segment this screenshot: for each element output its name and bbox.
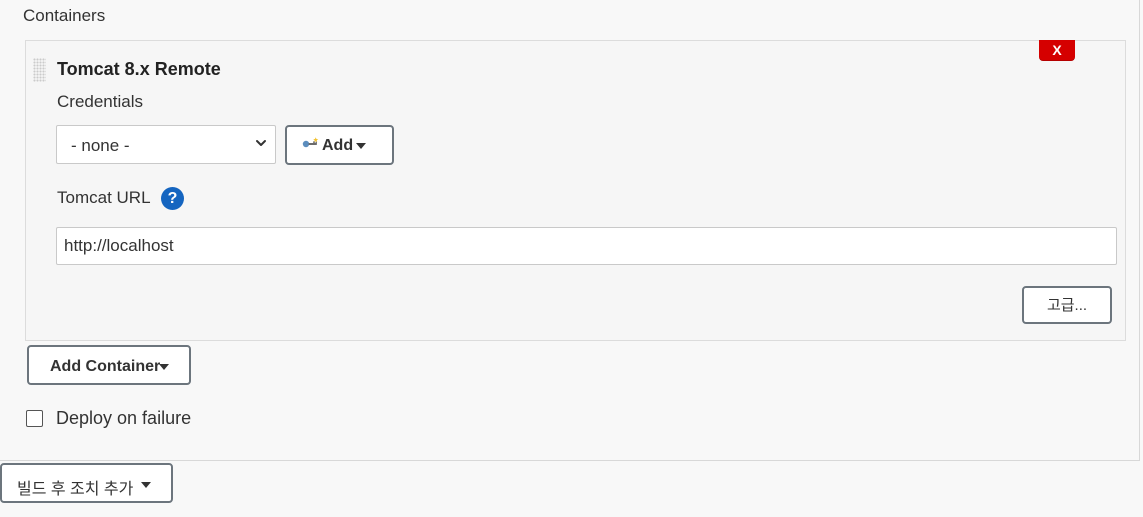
help-icon[interactable]: ?	[161, 187, 184, 210]
add-credentials-button[interactable]: Add	[285, 125, 394, 165]
add-post-build-action-label: 빌드 후 조치 추가	[17, 481, 134, 498]
caret-down-icon	[141, 482, 151, 488]
deploy-on-failure-checkbox[interactable]	[26, 410, 43, 427]
credentials-select[interactable]: - none -	[56, 125, 276, 164]
containers-section-label: Containers	[23, 6, 106, 25]
tomcat-url-input[interactable]	[56, 227, 1117, 265]
deploy-on-failure-label: Deploy on failure	[56, 408, 192, 428]
containers-section: Containers X Tomcat 8.x Remote Credentia…	[0, 0, 1140, 461]
caret-down-icon	[159, 364, 169, 370]
credentials-label: Credentials	[57, 92, 143, 111]
tomcat-url-label: Tomcat URL	[57, 188, 151, 207]
caret-down-icon	[356, 143, 366, 149]
advanced-button[interactable]: 고급...	[1022, 286, 1112, 324]
container-card	[25, 40, 1126, 341]
credentials-select-value: - none -	[71, 136, 130, 155]
chevron-down-icon	[256, 140, 266, 146]
add-post-build-action-button[interactable]: 빌드 후 조치 추가	[0, 463, 173, 503]
key-icon	[302, 137, 319, 148]
delete-container-button[interactable]: X	[1039, 40, 1075, 61]
drag-handle-icon[interactable]	[33, 58, 46, 82]
add-container-button[interactable]: Add Container	[27, 345, 191, 385]
add-container-label: Add Container	[50, 358, 161, 375]
container-title: Tomcat 8.x Remote	[57, 59, 221, 79]
add-credentials-label: Add	[322, 137, 354, 154]
